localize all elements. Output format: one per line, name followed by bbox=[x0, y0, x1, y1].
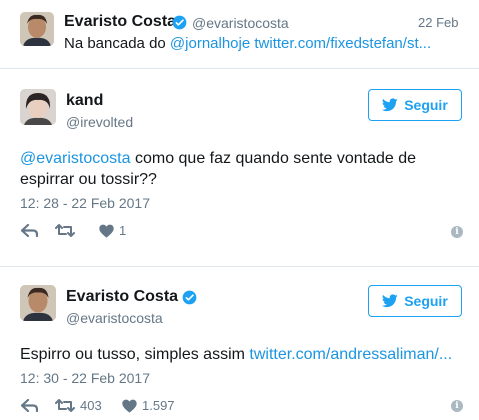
reply-icon bbox=[21, 399, 38, 412]
like-button[interactable]: 1 bbox=[99, 223, 126, 238]
info-icon[interactable]: i bbox=[451, 226, 463, 238]
heart-icon bbox=[99, 224, 114, 238]
tweet-timestamp[interactable]: 12: 30 - 22 Feb 2017 bbox=[20, 370, 150, 386]
heart-icon bbox=[122, 399, 137, 413]
like-button[interactable]: 1.597 bbox=[122, 398, 175, 413]
tweet-date[interactable]: 22 Feb bbox=[418, 15, 458, 30]
author-handle[interactable]: @evaristocosta bbox=[66, 310, 163, 326]
avatar[interactable] bbox=[20, 89, 56, 125]
mention-link[interactable]: @evaristocosta bbox=[20, 150, 131, 167]
follow-label: Seguir bbox=[404, 97, 448, 113]
retweet-count: 403 bbox=[80, 398, 102, 413]
retweet-icon bbox=[55, 399, 75, 412]
reply-button[interactable] bbox=[21, 399, 38, 412]
author-name[interactable]: kand bbox=[66, 92, 103, 110]
tweet-timestamp[interactable]: 12: 28 - 22 Feb 2017 bbox=[20, 195, 150, 211]
info-icon[interactable]: i bbox=[451, 400, 463, 412]
tweet-text-line: @evaristocosta como que faz quando sente… bbox=[20, 148, 416, 169]
divider bbox=[0, 68, 479, 69]
author-handle[interactable]: @evaristocosta bbox=[192, 15, 289, 31]
reply-button[interactable] bbox=[21, 224, 38, 237]
retweet-icon bbox=[55, 224, 75, 237]
tweet-text-prefix: Na bancada do bbox=[64, 35, 170, 52]
twitter-bird-icon bbox=[382, 294, 398, 308]
author-name[interactable]: Evaristo Costa bbox=[64, 13, 176, 31]
author-handle[interactable]: @irevolted bbox=[66, 114, 133, 130]
author-name[interactable]: Evaristo Costa bbox=[66, 288, 178, 306]
url-link[interactable]: twitter.com/fixedstefan/st... bbox=[254, 35, 431, 52]
avatar[interactable] bbox=[20, 285, 56, 321]
verified-badge-icon bbox=[172, 15, 187, 30]
retweet-button[interactable] bbox=[55, 224, 75, 237]
twitter-bird-icon bbox=[382, 98, 398, 112]
follow-button[interactable]: Seguir bbox=[368, 89, 462, 121]
verified-badge-icon bbox=[182, 290, 197, 305]
tweet-text-line: Espirro ou tusso, simples assim twitter.… bbox=[20, 344, 452, 365]
like-count: 1 bbox=[119, 223, 127, 238]
mention-link[interactable]: @jornalhoje bbox=[170, 35, 250, 52]
follow-label: Seguir bbox=[404, 293, 448, 309]
avatar-image bbox=[20, 12, 54, 46]
tweet-text-prefix: Espirro ou tusso, simples assim bbox=[20, 346, 250, 363]
avatar-image bbox=[20, 285, 56, 321]
avatar-image bbox=[20, 89, 56, 125]
like-count: 1.597 bbox=[142, 398, 175, 413]
retweet-button[interactable]: 403 bbox=[55, 398, 102, 413]
avatar[interactable] bbox=[20, 12, 54, 46]
quoted-tweet-text: Na bancada do @jornalhoje twitter.com/fi… bbox=[64, 33, 431, 54]
reply-icon bbox=[21, 224, 38, 237]
url-link[interactable]: twitter.com/andressaliman/... bbox=[249, 346, 452, 363]
tweet-text-rest: como que faz quando sente vontade de bbox=[130, 150, 417, 167]
divider bbox=[0, 266, 479, 267]
follow-button[interactable]: Seguir bbox=[368, 285, 462, 317]
tweet-text-line: espirrar ou tossir?? bbox=[20, 171, 157, 188]
